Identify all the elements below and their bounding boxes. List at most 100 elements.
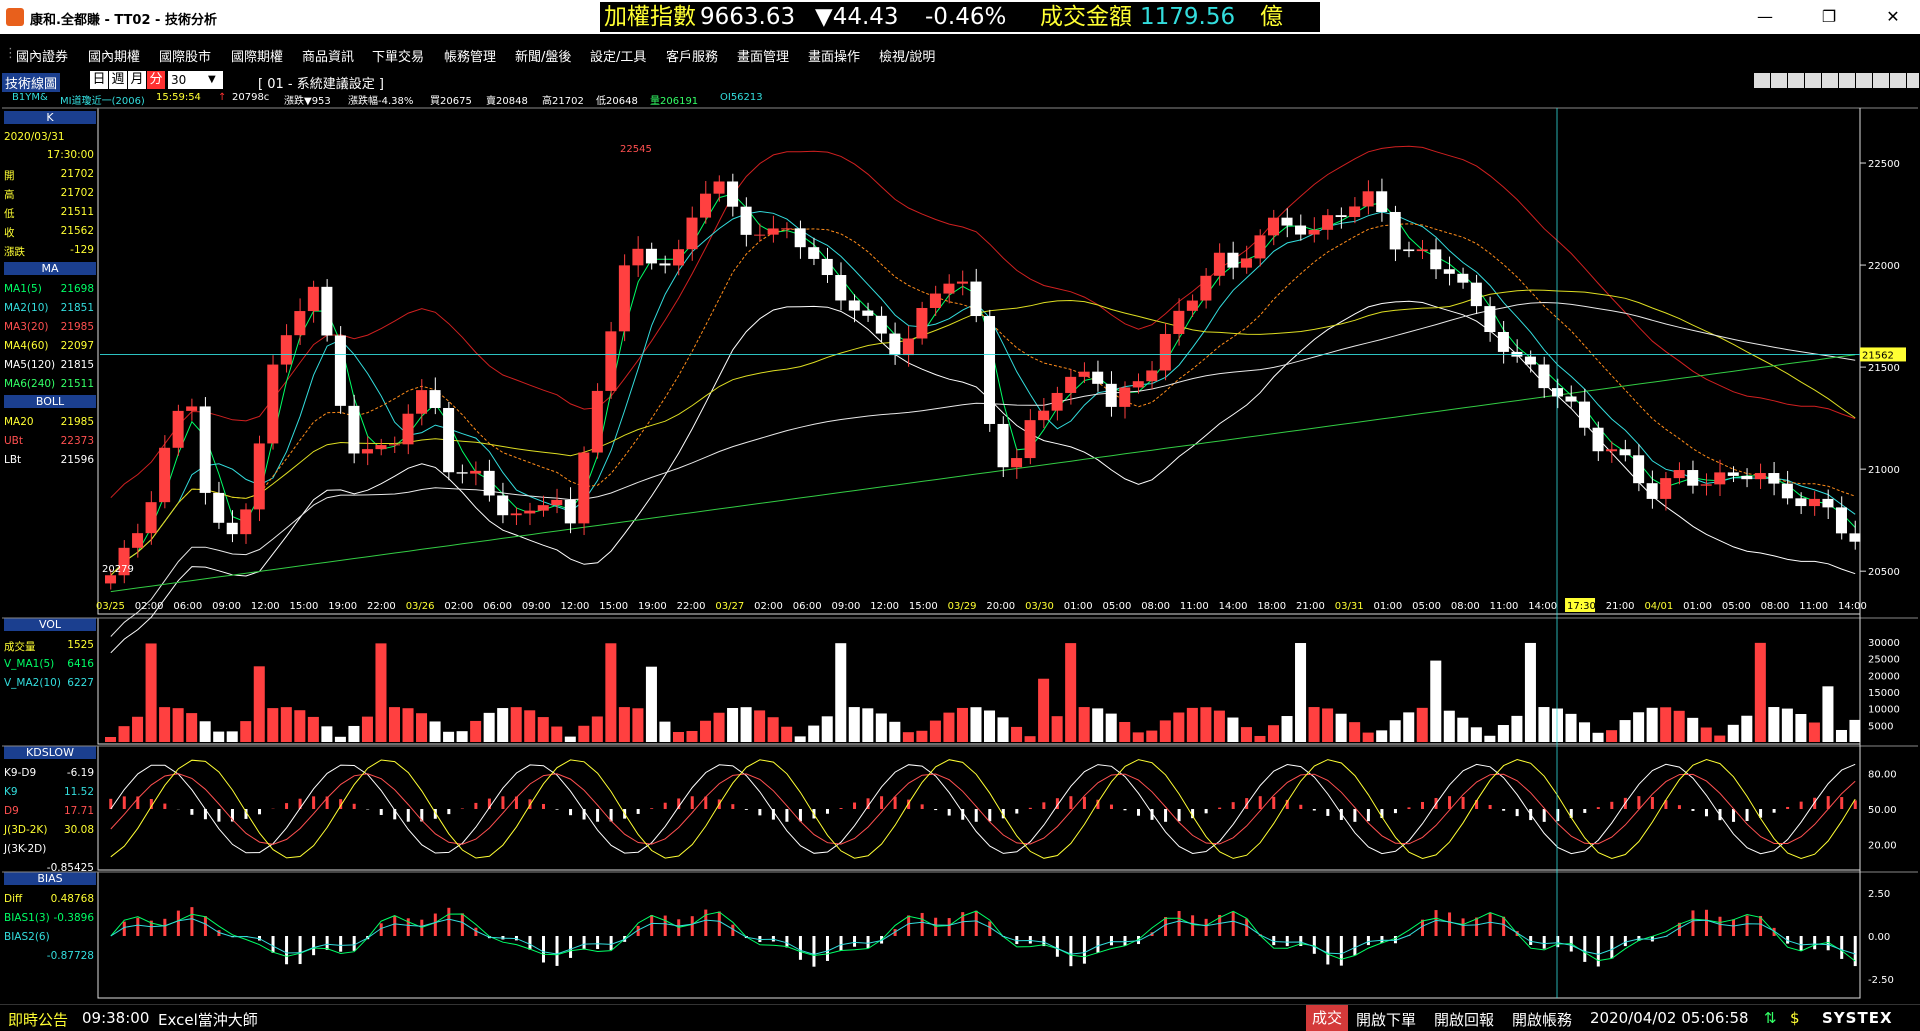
time-axis-label: 19:00 bbox=[638, 601, 667, 612]
volume-bar bbox=[1065, 643, 1076, 742]
volume-bar bbox=[565, 737, 576, 742]
bias-axis-label: 0.00 bbox=[1868, 932, 1890, 943]
bias-hist-bar bbox=[528, 936, 531, 950]
kd-hist-bar bbox=[1205, 809, 1208, 813]
bias-hist-bar bbox=[299, 936, 302, 964]
candle-body bbox=[1187, 301, 1198, 311]
candlesticks bbox=[105, 174, 1861, 590]
candle-body bbox=[1471, 283, 1482, 306]
kd-hist-bar bbox=[461, 808, 464, 809]
kd-hist-bar bbox=[1421, 802, 1424, 809]
kd-hist-bar bbox=[650, 808, 653, 809]
volume-bar bbox=[430, 721, 441, 742]
time-axis-label: 21:00 bbox=[1606, 601, 1635, 612]
bias-hist-bar bbox=[1462, 918, 1465, 936]
volume-bar bbox=[822, 716, 833, 742]
candle-body bbox=[849, 300, 860, 310]
bias-hist-bar bbox=[461, 913, 464, 936]
volume-bar bbox=[1809, 723, 1820, 742]
volume-bar bbox=[348, 726, 359, 742]
candle-body bbox=[335, 335, 346, 405]
candle-body bbox=[1728, 472, 1739, 476]
news-label[interactable]: 即時公告 bbox=[8, 1009, 68, 1030]
bias-hist-bar bbox=[1583, 936, 1586, 962]
kd-hist-bar bbox=[474, 803, 477, 809]
trade-button[interactable]: 成交 bbox=[1306, 1005, 1348, 1031]
kd-hist-bar bbox=[1746, 809, 1749, 821]
volume-bar bbox=[1363, 733, 1374, 742]
bias-hist-bar bbox=[285, 936, 288, 964]
time-axis-label: 15:00 bbox=[909, 601, 938, 612]
volume-bar bbox=[768, 717, 779, 742]
kd-hist-bar bbox=[1029, 808, 1032, 809]
candle-body bbox=[1768, 473, 1779, 484]
kd-hist-bar bbox=[691, 796, 694, 809]
volume-bar bbox=[1390, 720, 1401, 742]
candle-body bbox=[781, 228, 792, 229]
candle-body bbox=[578, 453, 589, 524]
price-axis-label: 22500 bbox=[1868, 159, 1900, 170]
candle-body bbox=[240, 509, 251, 534]
open-report-button[interactable]: 開啟回報 bbox=[1434, 1009, 1494, 1030]
kd-hist-bar bbox=[664, 803, 667, 809]
kd-hist-bar bbox=[447, 809, 450, 814]
bias-hist-bar bbox=[1543, 936, 1546, 949]
volume-bar bbox=[375, 643, 386, 742]
volume-bar bbox=[957, 708, 968, 742]
candle-body bbox=[1633, 455, 1644, 483]
technical-chart[interactable]: 22500220002150021000205002156203/2502:00… bbox=[0, 0, 1920, 1004]
candle-body bbox=[1593, 428, 1604, 452]
time-axis-label: 11:00 bbox=[1490, 601, 1519, 612]
kd-hist-bar bbox=[1272, 797, 1275, 809]
time-axis-label: 02:00 bbox=[135, 601, 164, 612]
candle-body bbox=[822, 259, 833, 275]
bias-hist-bar bbox=[704, 910, 707, 936]
candle-body bbox=[1620, 449, 1631, 455]
moving-averages bbox=[111, 194, 1855, 637]
volume-bar bbox=[1322, 708, 1333, 742]
volume-bar bbox=[754, 710, 765, 742]
open-account-button[interactable]: 開啟帳務 bbox=[1512, 1009, 1572, 1030]
candle-body bbox=[200, 406, 211, 492]
volume-bar bbox=[1768, 707, 1779, 742]
bias-hist-bar bbox=[339, 936, 342, 952]
candle-body bbox=[646, 249, 657, 264]
candle-body bbox=[470, 471, 481, 474]
time-axis-label: 03/27 bbox=[715, 601, 744, 612]
candle-body bbox=[1349, 206, 1360, 217]
bias-hist-bar bbox=[1245, 919, 1248, 936]
candle-body bbox=[1282, 218, 1293, 226]
time-axis-label: 06:00 bbox=[483, 601, 512, 612]
volume-bar bbox=[254, 666, 265, 742]
candle-body bbox=[294, 311, 305, 335]
candle-body bbox=[1363, 191, 1374, 206]
candle-body bbox=[416, 390, 427, 414]
low-label: 20279 bbox=[102, 564, 134, 575]
kd-hist-bar bbox=[1543, 809, 1546, 822]
bias-hist-bar bbox=[1489, 913, 1492, 936]
candle-body bbox=[795, 228, 806, 247]
bias-hist-bar bbox=[1691, 910, 1694, 936]
volume-bar bbox=[984, 711, 995, 742]
volume-bar bbox=[1484, 736, 1495, 742]
kd-hist-bar bbox=[407, 809, 410, 822]
volume-bar bbox=[173, 708, 184, 742]
time-axis-label: 17:30 bbox=[1567, 601, 1596, 612]
candle-body bbox=[1755, 473, 1766, 479]
kd-hist-bar bbox=[1394, 809, 1397, 813]
news-text[interactable]: Excel當沖大師 bbox=[158, 1009, 258, 1030]
time-axis-label: 14:00 bbox=[1219, 601, 1248, 612]
bias-hist-bar bbox=[1367, 936, 1370, 945]
volume-bar bbox=[1079, 707, 1090, 742]
volume-bar bbox=[916, 731, 927, 742]
open-order-button[interactable]: 開啟下單 bbox=[1356, 1009, 1416, 1030]
volume-bar bbox=[1606, 730, 1617, 742]
bias-hist-bar bbox=[799, 936, 802, 960]
bias-hist-bar bbox=[1069, 936, 1072, 966]
volume-axis-label: 25000 bbox=[1868, 655, 1900, 666]
candle-body bbox=[998, 424, 1009, 467]
candle-body bbox=[700, 194, 711, 218]
volume-bar bbox=[551, 727, 562, 742]
candle-body bbox=[1525, 357, 1536, 365]
candle-body bbox=[1025, 420, 1036, 458]
